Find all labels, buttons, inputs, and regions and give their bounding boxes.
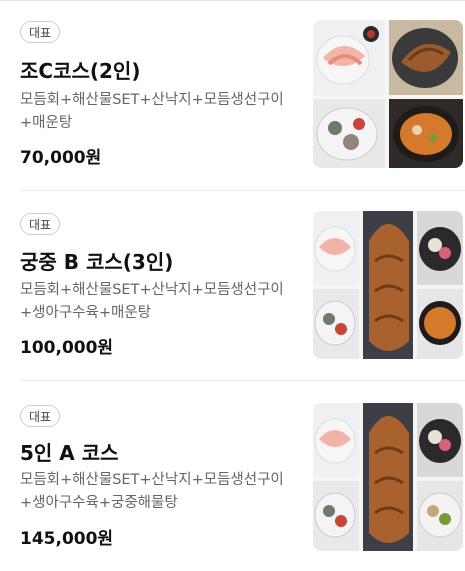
menu-item-description: 모듬회+해산물SET+산낙지+모듬생선구이+매운탕 <box>20 92 284 131</box>
menu-item[interactable]: 대표 조C코스(2인) 모듬회+해산물SET+산낙지+모듬생선구이+매운탕 70… <box>0 1 465 191</box>
menu-list: 대표 조C코스(2인) 모듬회+해산물SET+산낙지+모듬생선구이+매운탕 70… <box>0 0 465 555</box>
signature-badge: 대표 <box>20 405 61 427</box>
menu-item-price: 100,000원 <box>20 338 114 358</box>
menu-item-price: 145,000원 <box>20 529 114 549</box>
signature-badge: 대표 <box>20 21 61 43</box>
menu-item-name: 궁중 B 코스(3인) <box>20 250 174 274</box>
menu-item-photo[interactable] <box>313 211 463 359</box>
menu-item[interactable]: 대표 궁중 B 코스(3인) 모듬회+해산물SET+산낙지+모듬생선구이+생아구… <box>0 191 465 381</box>
menu-item-description: 모듬회+해산물SET+산낙지+모듬생선구이+생아구수육+궁중해물탕 <box>20 472 284 511</box>
menu-item-photo[interactable] <box>313 403 463 551</box>
menu-item-price: 70,000원 <box>20 148 102 168</box>
menu-item-name: 조C코스(2인) <box>20 59 141 83</box>
menu-item-photo[interactable] <box>313 20 463 168</box>
menu-item-description: 모듬회+해산물SET+산낙지+모듬생선구이+생아구수육+매운탕 <box>20 282 284 321</box>
signature-badge: 대표 <box>20 213 61 235</box>
menu-item-name: 5인 A 코스 <box>20 441 119 465</box>
menu-item[interactable]: 대표 5인 A 코스 모듬회+해산물SET+산낙지+모듬생선구이+생아구수육+궁… <box>0 381 465 571</box>
